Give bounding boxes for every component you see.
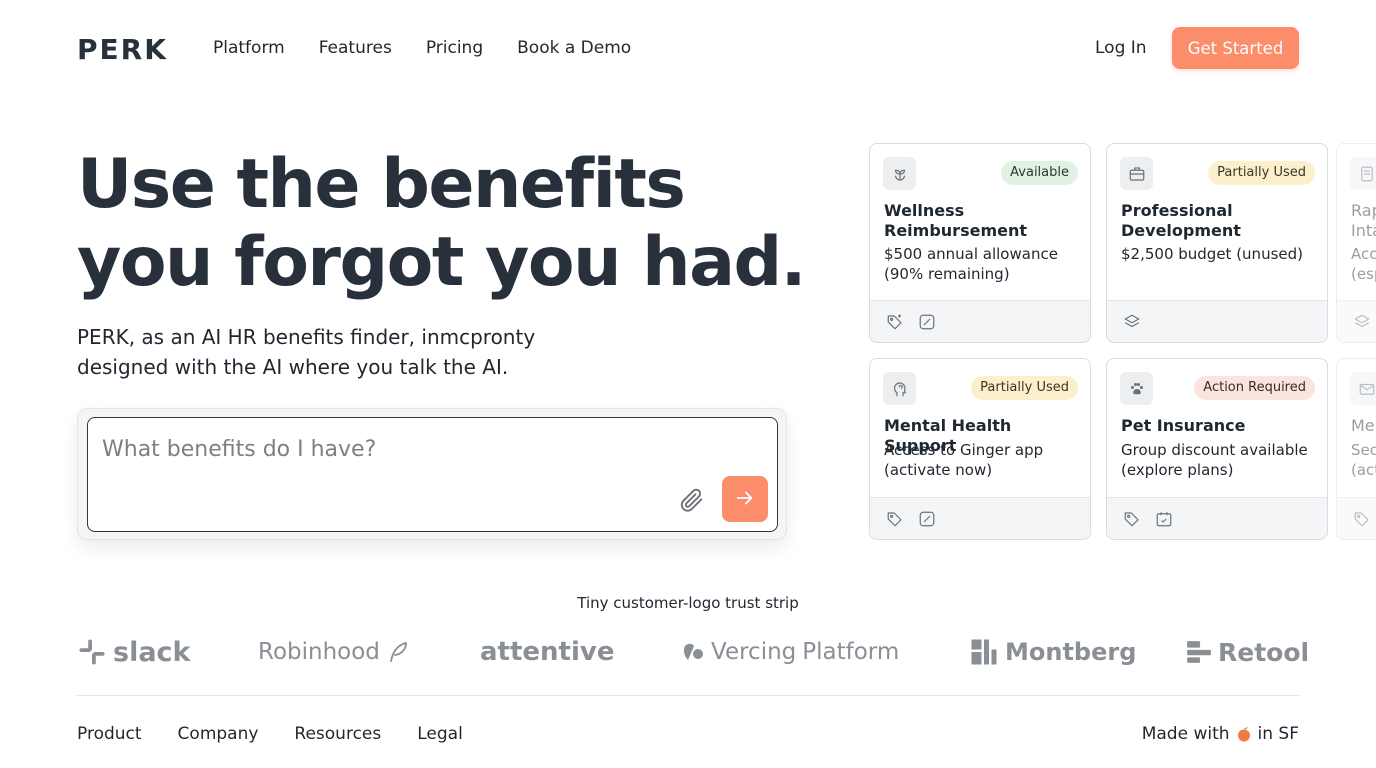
logo-slack: slack — [77, 632, 191, 672]
card-footer — [1107, 300, 1327, 342]
head-icon — [893, 381, 906, 396]
search-box — [87, 417, 778, 532]
card-icon-box — [1350, 372, 1376, 405]
benefit-card-pet-insurance[interactable]: Action Required Pet Insurance Group disc… — [1106, 358, 1328, 540]
card-footer — [870, 300, 1090, 342]
layers-icon[interactable] — [1353, 313, 1371, 331]
card-description: Access to Ginger app (activate now) — [884, 441, 1044, 479]
card-footer — [1107, 497, 1327, 539]
logo-vercing-platform: Vercing Platform — [681, 632, 899, 672]
status-badge: Partially Used — [1208, 161, 1315, 185]
peach-icon — [1237, 727, 1250, 742]
slack-logo-icon — [79, 639, 105, 665]
card-description: Acc (esp — [1351, 245, 1376, 283]
status-badge: Partially Used — [971, 376, 1078, 400]
card-footer — [870, 497, 1090, 539]
search-panel — [77, 408, 787, 540]
vercing-logo-icon — [684, 643, 703, 660]
logo-text: Robinhood — [258, 639, 380, 665]
card-title: Men — [1351, 416, 1376, 435]
benefit-card-mental-health[interactable]: Partially Used Mental Health Support Acc… — [869, 358, 1091, 540]
made-prefix: Made with — [1141, 724, 1230, 744]
card-title: Wellness Reimbursement — [884, 201, 1027, 240]
logo-text: Retool — [1218, 637, 1310, 667]
top-nav: PERK Platform Features Pricing Book a De… — [0, 0, 1376, 97]
footer-divider — [77, 695, 1299, 696]
card-icon-box — [883, 157, 916, 190]
hero-subtitle: PERK, as an AI HR benefits finder, inmcp… — [77, 325, 536, 379]
card-description: $500 annual allowance (90% remaining) — [884, 245, 1058, 283]
tag-icon[interactable] — [886, 510, 904, 528]
document-icon — [1360, 166, 1373, 181]
hero-title-line-1: Use the benefits — [77, 145, 686, 224]
nav-link-platform[interactable]: Platform — [213, 38, 285, 58]
footer-link-company[interactable]: Company — [178, 724, 259, 744]
tag-icon[interactable] — [1353, 510, 1371, 528]
brand-logo[interactable]: PERK — [77, 33, 168, 66]
footer-link-resources[interactable]: Resources — [294, 724, 381, 744]
benefit-card-professional-development[interactable]: Partially Used Professional Development … — [1106, 143, 1328, 343]
card-icon-box — [883, 372, 916, 405]
card-footer — [1337, 497, 1376, 539]
edit-square-icon[interactable] — [918, 313, 936, 331]
card-description: Sec (act — [1351, 441, 1376, 479]
card-title: Pet Insurance — [1121, 416, 1246, 435]
paperclip-icon[interactable] — [678, 486, 706, 514]
card-icon-box — [1350, 157, 1376, 190]
logo-text: slack — [113, 636, 191, 668]
logo-text: Platform — [802, 639, 900, 665]
logo-text: Montberg — [1005, 638, 1137, 666]
sprout-icon — [894, 169, 905, 181]
logo-text: Vercing — [711, 639, 797, 665]
get-started-button[interactable]: Get Started — [1172, 27, 1299, 69]
card-description: Group discount available (explore plans) — [1121, 441, 1308, 479]
made-suffix: in SF — [1257, 724, 1299, 744]
benefits-search-input[interactable] — [102, 432, 662, 466]
card-footer — [1337, 300, 1376, 342]
nav-link-book-demo[interactable]: Book a Demo — [517, 38, 631, 58]
benefit-card-partial-6[interactable]: Men Sec (act — [1336, 358, 1376, 540]
logo-retool: Retool — [1186, 632, 1309, 672]
calendar-check-icon[interactable] — [1155, 510, 1173, 528]
arrow-right-icon — [736, 491, 753, 504]
layers-icon[interactable] — [1123, 313, 1141, 331]
logo-montberg: Montberg — [969, 632, 1136, 672]
logo-robinhood: Robinhood — [258, 632, 410, 672]
login-link[interactable]: Log In — [1095, 38, 1147, 58]
benefit-card-partial-3[interactable]: Rap Inta Acc (esp — [1336, 143, 1376, 343]
card-description: $2,500 budget (unused) — [1121, 245, 1303, 263]
tag-sparkle-icon[interactable] — [886, 313, 904, 331]
card-icon-box — [1120, 157, 1153, 190]
paw-icon — [1130, 382, 1143, 394]
trust-strip-label: Tiny customer-logo trust strip — [577, 594, 799, 612]
benefit-card-wellness[interactable]: Available Wellness Reimbursement $500 an… — [869, 143, 1091, 343]
feather-icon — [390, 642, 407, 662]
logo-text: attentive — [480, 637, 615, 667]
card-icon-box — [1120, 372, 1153, 405]
montberg-logo-icon — [971, 639, 997, 665]
mail-icon — [1359, 383, 1374, 395]
nav-link-features[interactable]: Features — [319, 38, 392, 58]
status-badge: Action Required — [1194, 376, 1315, 400]
tag-icon[interactable] — [1123, 510, 1141, 528]
edit-square-icon[interactable] — [918, 510, 936, 528]
footer-links: Product Company Resources Legal — [77, 724, 463, 744]
card-title: Professional Development — [1121, 201, 1241, 240]
status-badge: Available — [1001, 161, 1078, 185]
nav-link-pricing[interactable]: Pricing — [426, 38, 483, 58]
made-with-note: Made with in SF — [1142, 724, 1299, 744]
card-title: Rap Inta — [1351, 201, 1376, 240]
retool-logo-icon — [1187, 641, 1211, 663]
footer-link-product[interactable]: Product — [77, 724, 142, 744]
briefcase-icon — [1129, 166, 1144, 181]
footer-link-legal[interactable]: Legal — [417, 724, 463, 744]
hero-title-line-2: you forgot you had. — [77, 223, 806, 302]
nav-links: Platform Features Pricing Book a Demo — [213, 38, 631, 58]
send-button[interactable] — [722, 476, 768, 522]
logo-attentive: attentive — [480, 632, 614, 672]
hero-title: Use the benefits you forgot you had. — [77, 145, 806, 302]
